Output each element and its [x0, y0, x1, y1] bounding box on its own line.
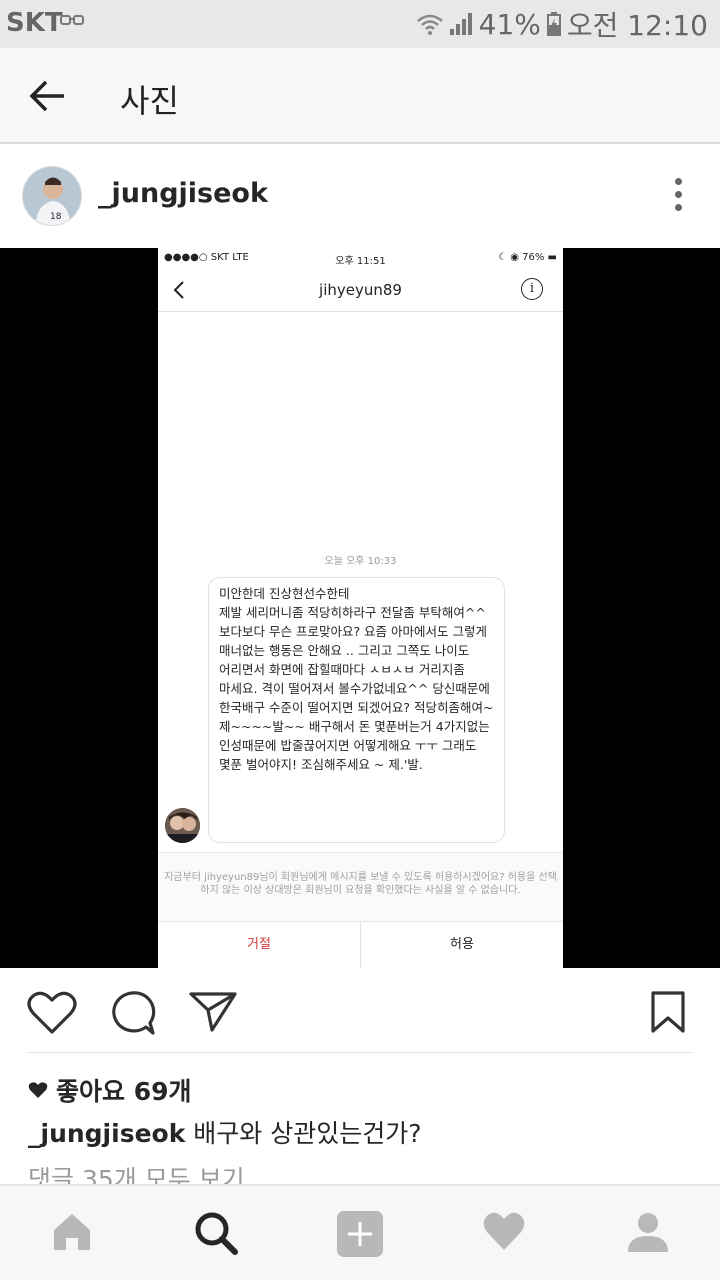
- screenshot-allow-button: 허용: [450, 937, 474, 952]
- battery-percent: 41%: [478, 7, 541, 41]
- info-icon: i: [521, 278, 543, 300]
- page-title: 사진: [120, 82, 179, 120]
- caption: _jungjiseok 배구와 상관있는건가?: [28, 1114, 422, 1150]
- bottom-nav: [0, 1184, 720, 1280]
- screenshot-deny-button: 거절: [158, 922, 361, 968]
- likes-label: 좋아요 69개: [56, 1077, 192, 1106]
- dm-screenshot: ●●●●○ SKT LTE 오후 11:51 ☾ ◉ 76% ▬ jihyeyu…: [158, 248, 563, 968]
- post-username[interactable]: _jungjiseok: [98, 178, 268, 209]
- arrow-left-icon[interactable]: [26, 74, 70, 118]
- home-icon[interactable]: [50, 1210, 94, 1254]
- screenshot-timestamp: 오늘 오후 10:33: [324, 556, 397, 567]
- screenshot-chat-name: jihyeyun89: [319, 281, 402, 299]
- screenshot-nav: jihyeyun89 i: [158, 268, 563, 312]
- send-icon[interactable]: [188, 990, 238, 1034]
- likes-count[interactable]: 좋아요 69개: [28, 1072, 192, 1108]
- profile-icon[interactable]: [626, 1210, 670, 1254]
- screenshot-battery-percent: 76%: [522, 252, 545, 263]
- clock: 오전 12:10: [566, 9, 708, 42]
- svg-text:18: 18: [50, 212, 62, 222]
- carrier-label: SKT: [6, 8, 63, 38]
- divider: [28, 1052, 692, 1053]
- battery-icon: [546, 12, 561, 36]
- caption-username[interactable]: _jungjiseok: [28, 1119, 185, 1148]
- comment-icon[interactable]: [108, 990, 156, 1036]
- app-header: 사진: [0, 48, 720, 144]
- screenshot-request-actions: 거절 허용: [158, 922, 563, 968]
- add-icon[interactable]: [336, 1210, 384, 1258]
- activity-heart-icon[interactable]: [482, 1210, 526, 1252]
- screenshot-battery: ☾ ◉ 76% ▬: [498, 252, 557, 263]
- post-actions: [0, 968, 720, 1054]
- caption-text: 배구와 상관있는건가?: [185, 1119, 422, 1148]
- screenshot-request-notice: 지금부터 jihyeyun89님이 회원님에게 메시지를 보낼 수 있도록 허용…: [158, 852, 563, 922]
- post-header: 18 _jungjiseok: [0, 146, 720, 248]
- glasses-icon: [60, 15, 84, 25]
- avatar[interactable]: 18: [22, 166, 82, 226]
- heart-icon: [28, 1082, 48, 1098]
- signal-icon: [449, 13, 472, 35]
- bookmark-icon[interactable]: [650, 990, 686, 1034]
- wifi-icon: [416, 14, 443, 35]
- heart-outline-icon[interactable]: [26, 990, 78, 1036]
- screenshot-status-bar: ●●●●○ SKT LTE 오후 11:51 ☾ ◉ 76% ▬: [158, 248, 563, 268]
- screenshot-message: 미안한데 진상현선수한테 제발 세리머니좀 적당히하라구 전달좀 부탁해여^^ …: [208, 577, 505, 843]
- more-vertical-icon[interactable]: [672, 178, 684, 214]
- status-bar: SKT 41% 오전 12:10: [0, 0, 720, 48]
- screenshot-sender-avatar: [165, 808, 200, 843]
- post-photo[interactable]: ●●●●○ SKT LTE 오후 11:51 ☾ ◉ 76% ▬ jihyeyu…: [0, 248, 720, 968]
- search-icon[interactable]: [193, 1210, 239, 1256]
